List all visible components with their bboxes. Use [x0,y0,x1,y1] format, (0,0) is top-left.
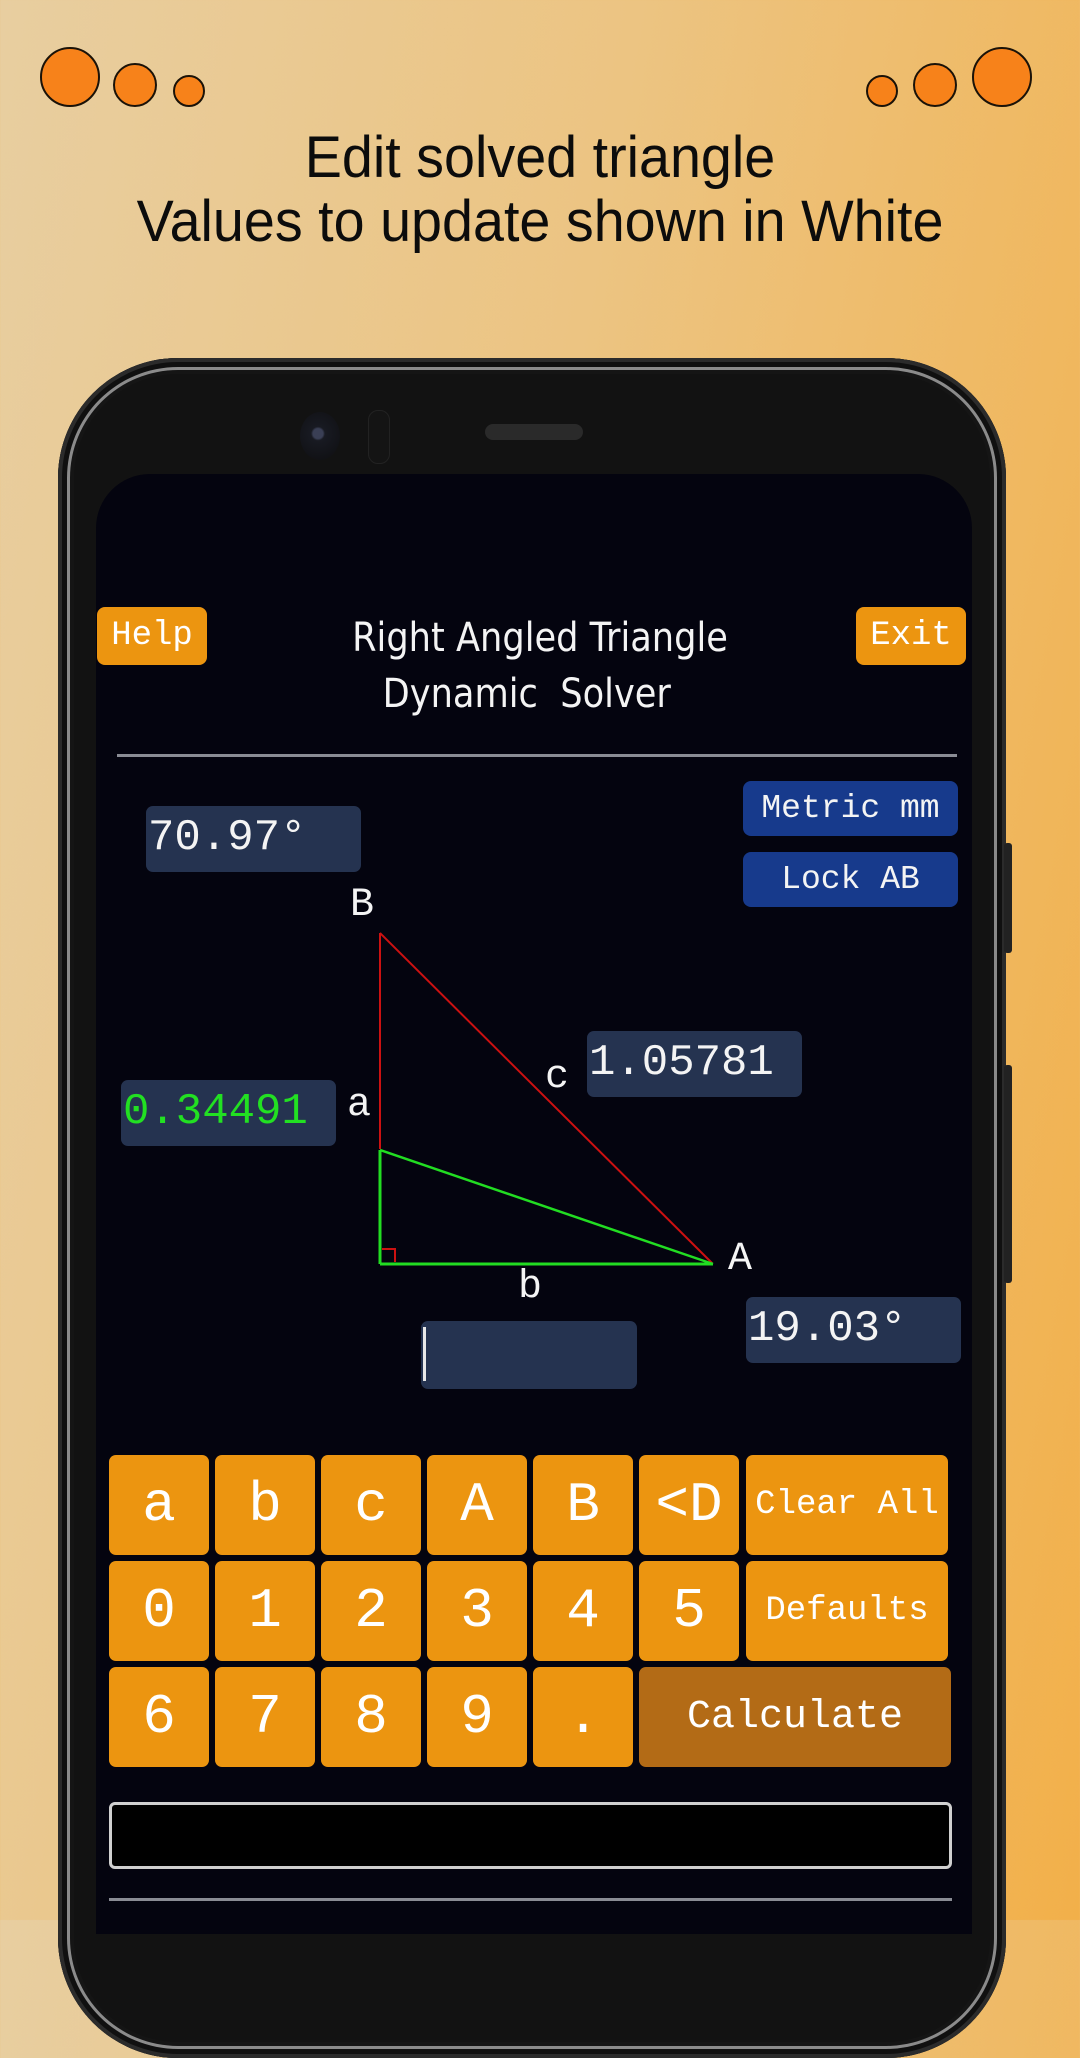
right-angle-marker [382,1248,396,1262]
key-2[interactable]: 2 [321,1561,421,1661]
key-side-a[interactable]: a [109,1455,209,1555]
text-cursor [423,1327,426,1381]
key-3[interactable]: 3 [427,1561,527,1661]
key-angle-A[interactable]: A [427,1455,527,1555]
key-6[interactable]: 6 [109,1667,209,1767]
triangle-diagram [378,932,714,1266]
side-label-a: a [347,1083,372,1128]
side-b-field[interactable] [421,1321,637,1389]
key-7[interactable]: 7 [215,1667,315,1767]
side-a-field[interactable]: 0.34491 [121,1080,336,1146]
vertex-label-A: A [728,1237,753,1282]
angle-B-field[interactable]: 70.97° [146,806,361,872]
defaults-button[interactable]: Defaults [746,1561,948,1661]
key-0[interactable]: 0 [109,1561,209,1661]
vertex-label-B: B [350,883,375,928]
key-8[interactable]: 8 [321,1667,421,1767]
side-c-updated-line [379,1148,714,1266]
status-message-box [109,1802,952,1869]
side-c-field[interactable]: 1.05781 [587,1031,802,1097]
angle-A-field[interactable]: 19.03° [746,1297,961,1363]
key-side-c[interactable]: c [321,1455,421,1555]
footer-divider [109,1898,952,1901]
side-label-c: c [545,1055,570,1100]
key-5[interactable]: 5 [639,1561,739,1661]
key-1[interactable]: 1 [215,1561,315,1661]
clear-all-button[interactable]: Clear All [746,1455,948,1555]
key-side-b[interactable]: b [215,1455,315,1555]
key-angle-B[interactable]: B [533,1455,633,1555]
backspace-key[interactable]: <D [639,1455,739,1555]
key-4[interactable]: 4 [533,1561,633,1661]
calculate-button[interactable]: Calculate [639,1667,951,1767]
key-9[interactable]: 9 [427,1667,527,1767]
side-label-b: b [518,1265,543,1310]
key-decimal-point[interactable]: . [533,1667,633,1767]
